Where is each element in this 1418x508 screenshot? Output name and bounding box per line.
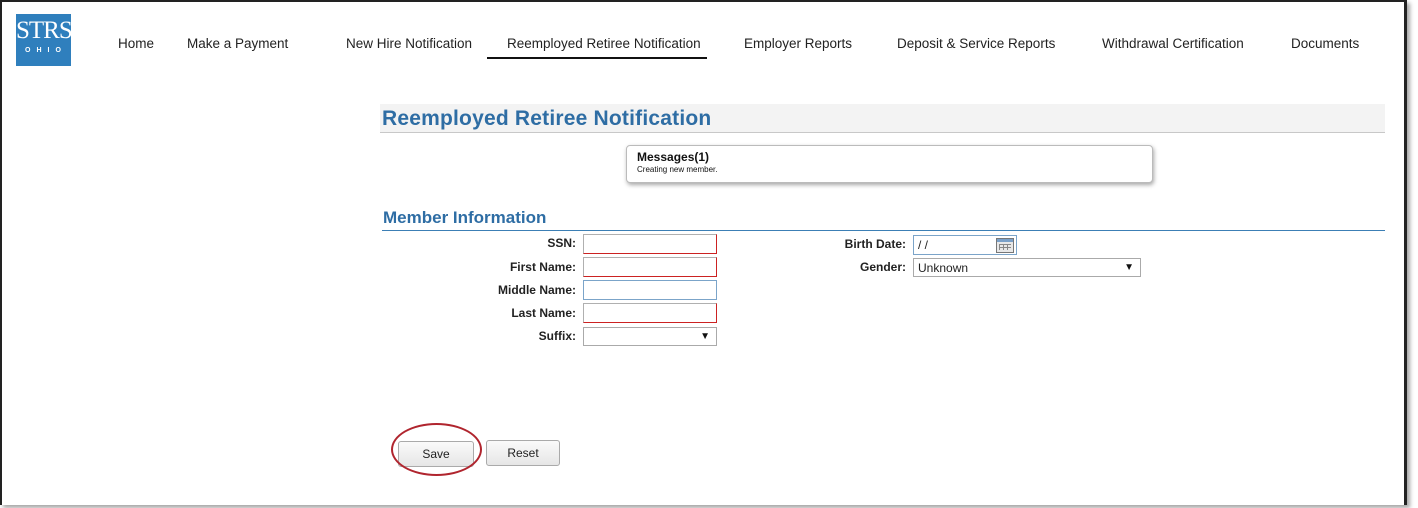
messages-panel: Messages(1) Creating new member.	[626, 145, 1153, 183]
gender-select[interactable]: Unknown ▼	[913, 258, 1141, 277]
chevron-down-icon: ▼	[1124, 262, 1134, 273]
nav-deposit-service-reports[interactable]: Deposit & Service Reports	[897, 36, 1055, 51]
section-title: Member Information	[383, 208, 547, 227]
highlight-circle	[391, 423, 482, 476]
section-divider	[382, 230, 1385, 231]
nav-employer-reports[interactable]: Employer Reports	[744, 36, 852, 51]
calendar-icon[interactable]	[996, 238, 1014, 253]
nav-home[interactable]: Home	[118, 36, 154, 51]
nav-documents[interactable]: Documents	[1291, 36, 1359, 51]
middle-name-label: Middle Name:	[497, 283, 576, 297]
first-name-field[interactable]	[583, 257, 717, 277]
suffix-select[interactable]: ▼	[583, 327, 717, 346]
strs-ohio-logo[interactable]: STRS OHIO	[16, 14, 73, 66]
logo-text-top: STRS	[16, 17, 73, 44]
first-name-label: First Name:	[509, 260, 576, 274]
nav-withdrawal-certification[interactable]: Withdrawal Certification	[1102, 36, 1244, 51]
ssn-field[interactable]	[583, 234, 717, 254]
gender-label: Gender:	[859, 260, 906, 274]
logo-text-bottom: OHIO	[25, 47, 67, 54]
page-title: Reemployed Retiree Notification	[382, 107, 712, 130]
message-text: Creating new member.	[637, 165, 718, 174]
middle-name-field[interactable]	[583, 280, 717, 300]
nav-make-a-payment[interactable]: Make a Payment	[187, 36, 288, 51]
suffix-label: Suffix:	[538, 329, 576, 343]
nav-reemployed-retiree-notification[interactable]: Reemployed Retiree Notification	[487, 36, 707, 59]
last-name-field[interactable]	[583, 303, 717, 323]
birth-date-value: / /	[918, 238, 929, 252]
messages-title: Messages(1)	[637, 150, 710, 164]
birth-date-label: Birth Date:	[844, 237, 906, 251]
last-name-label: Last Name:	[511, 306, 576, 320]
ssn-label: SSN:	[547, 236, 576, 250]
reset-button[interactable]: Reset	[486, 440, 560, 466]
chevron-down-icon: ▼	[700, 331, 710, 342]
app-window: STRS OHIO Home Make a Payment New Hire N…	[0, 0, 1407, 505]
gender-value: Unknown	[918, 261, 969, 275]
nav-new-hire-notification[interactable]: New Hire Notification	[346, 36, 472, 51]
